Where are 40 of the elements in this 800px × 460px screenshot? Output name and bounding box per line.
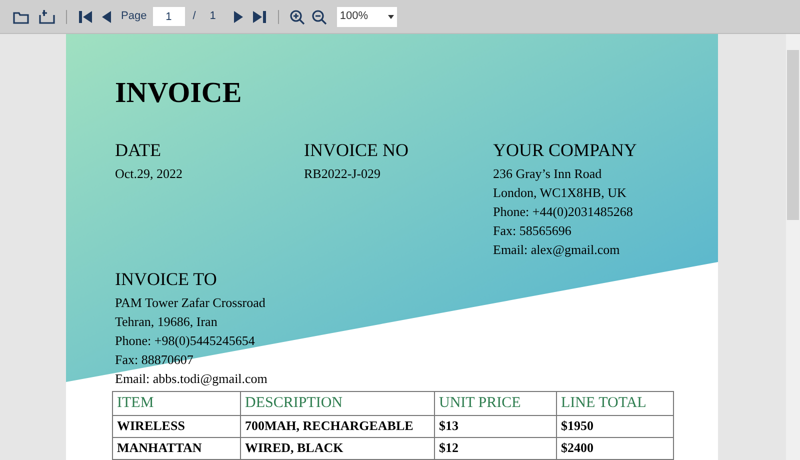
zoom-out-icon[interactable] bbox=[310, 8, 329, 24]
section-heading: DATE bbox=[115, 139, 162, 162]
invoice-title: INVOICE bbox=[115, 76, 243, 110]
section-heading: INVOICE TO bbox=[115, 268, 218, 291]
scrollbar-thumb[interactable] bbox=[787, 50, 799, 220]
detail-line: Phone: +98(0)5445245654 bbox=[115, 332, 255, 350]
page-label: Page bbox=[121, 9, 147, 24]
table-cell: 700MAH, RECHARGEABLE bbox=[240, 416, 434, 438]
zoom-dropdown[interactable]: 100% bbox=[336, 6, 397, 26]
export-icon[interactable] bbox=[38, 8, 56, 24]
detail-line: London, WC1X8HB, UK bbox=[493, 184, 626, 202]
detail-line: Fax: 58565696 bbox=[493, 222, 572, 240]
first-page-icon[interactable] bbox=[77, 8, 95, 24]
table-cell: MANHATTAN bbox=[112, 438, 240, 460]
detail-line: Email: abbs.todi@gmail.com bbox=[115, 370, 268, 388]
table-cell: WIRELESS bbox=[112, 416, 240, 438]
column-header: DESCRIPTION bbox=[240, 392, 434, 416]
table-cell: $1950 bbox=[556, 416, 674, 438]
page-separator: / bbox=[192, 9, 196, 24]
table-cell: $13 bbox=[434, 416, 556, 438]
column-header: LINE TOTAL bbox=[556, 392, 674, 416]
section-heading: YOUR COMPANY bbox=[493, 139, 638, 162]
detail-line: PAM Tower Zafar Crossroad bbox=[115, 294, 266, 312]
detail-line: Tehran, 19686, Iran bbox=[115, 313, 218, 331]
column-header: ITEM bbox=[112, 392, 240, 416]
table-cell: $2400 bbox=[556, 438, 674, 460]
column-header: UNIT PRICE bbox=[434, 392, 556, 416]
detail-line: Email: alex@gmail.com bbox=[493, 241, 620, 259]
page-field[interactable]: 1 bbox=[152, 7, 185, 26]
table-cell: WIRED, BLACK bbox=[240, 438, 434, 460]
detail-line: RB2022-J-029 bbox=[304, 165, 381, 183]
detail-line: Oct.29, 2022 bbox=[115, 165, 183, 183]
table-cell: $12 bbox=[434, 438, 556, 460]
detail-line: Phone: +44(0)2031485268 bbox=[493, 203, 633, 221]
detail-line: Fax: 88870607 bbox=[115, 351, 194, 369]
page-total: 1 bbox=[210, 9, 216, 24]
caret-icon bbox=[388, 14, 394, 18]
zoom-in-icon[interactable] bbox=[288, 8, 307, 24]
detail-line: 236 Gray’s Inn Road bbox=[493, 165, 602, 183]
section-heading: INVOICE NO bbox=[304, 139, 410, 162]
